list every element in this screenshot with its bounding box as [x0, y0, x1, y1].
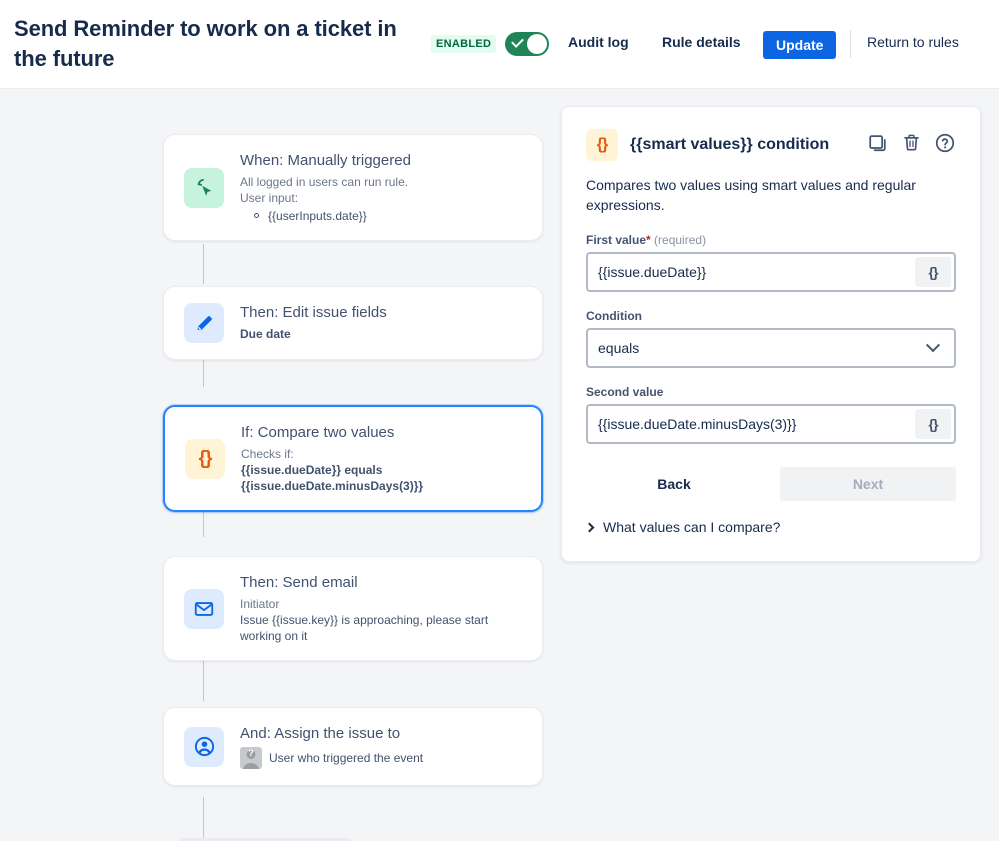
card-icon-wrap	[184, 573, 224, 644]
update-button[interactable]: Update	[763, 31, 837, 59]
disclosure-label: What values can I compare?	[603, 519, 781, 535]
second-value-field-wrap[interactable]: {}	[586, 404, 956, 444]
smart-values-braces-icon: {}	[586, 129, 618, 161]
card-email-body: Issue {{issue.key}} is approaching, plea…	[240, 613, 489, 643]
page-title: Send Reminder to work on a ticket in the…	[14, 16, 397, 71]
smart-values-braces-icon: {}	[185, 438, 225, 479]
first-value-label-text: First value	[586, 233, 647, 247]
card-title: When: Manually triggered	[240, 152, 411, 169]
card-subtitle: All logged in users can run rule.	[240, 175, 409, 189]
audit-log-link[interactable]: Audit log	[568, 34, 629, 50]
click-cursor-icon	[184, 167, 224, 208]
flow-connector	[203, 244, 204, 284]
flow-connector	[203, 655, 204, 701]
second-value-label: Second value	[586, 385, 664, 399]
rule-enabled-toggle[interactable]	[505, 32, 550, 56]
panel-actions	[867, 132, 956, 159]
required-hint: (required)	[654, 233, 707, 247]
card-subtitle: Checks if:	[241, 447, 294, 461]
card-icon-wrap	[184, 303, 224, 343]
rule-flow: When: Manually triggered All logged in u…	[163, 134, 543, 841]
first-value-input[interactable]	[588, 254, 915, 290]
smart-values-picker-button[interactable]: {}	[915, 257, 951, 287]
card-bullet-item: {{userInputs.date}}	[240, 208, 524, 224]
card-icon-wrap: {}	[185, 423, 225, 494]
flow-card-send-email[interactable]: Then: Send email Initiator Issue {{issue…	[163, 556, 543, 661]
back-button[interactable]: Back	[586, 467, 762, 501]
duplicate-icon[interactable]	[867, 132, 889, 159]
toggle-knob	[527, 34, 548, 54]
card-condition-line-2: {{issue.dueDate.minusDays(3)}}	[241, 479, 424, 493]
assignee-label: User who triggered the event	[269, 751, 424, 765]
what-values-disclosure[interactable]: What values can I compare?	[584, 519, 956, 535]
smart-values-picker-button-2[interactable]: {}	[915, 409, 951, 439]
card-body: If: Compare two values Checks if: {{issu…	[241, 423, 523, 494]
card-subtitle: Initiator	[240, 597, 280, 611]
required-asterisk: *	[646, 233, 651, 247]
card-title: And: Assign the issue to	[240, 725, 401, 742]
chevron-right-icon	[584, 522, 595, 532]
trash-icon[interactable]	[901, 132, 922, 158]
panel-title: {{smart values}} condition	[630, 136, 830, 153]
editor-canvas: When: Manually triggered All logged in u…	[0, 89, 999, 841]
flow-card-compare-two-values[interactable]: {} If: Compare two values Checks if: {{i…	[163, 405, 543, 512]
card-title: Then: Send email	[240, 574, 358, 591]
card-body: And: Assign the issue to ? User who trig…	[240, 724, 524, 769]
chevron-down-icon	[925, 338, 941, 353]
flow-card-trigger[interactable]: When: Manually triggered All logged in u…	[163, 134, 543, 241]
first-value-field-wrap[interactable]: {}	[586, 252, 956, 292]
rule-details-link[interactable]: Rule details	[662, 34, 741, 50]
card-title: Then: Edit issue fields	[240, 304, 387, 321]
assignee-row: ? User who triggered the event	[240, 747, 524, 769]
bullet-label: {{userInputs.date}}	[268, 209, 367, 223]
automation-rule-editor: Send Reminder to work on a ticket in the…	[0, 0, 999, 841]
flow-card-assign-issue[interactable]: And: Assign the issue to ? User who trig…	[163, 707, 543, 786]
return-to-rules-link[interactable]: Return to rules	[867, 34, 959, 50]
bullet-dot-icon	[254, 213, 259, 218]
card-subtitle: Due date	[240, 327, 291, 341]
condition-detail-panel: {} {{smart values}} condition Compares t…	[561, 106, 981, 562]
avatar-question-glyph: ?	[248, 748, 254, 758]
card-icon-wrap	[184, 151, 224, 224]
panel-button-row: Back Next	[586, 467, 956, 501]
flow-card-edit-issue-fields[interactable]: Then: Edit issue fields Due date	[163, 286, 543, 360]
avatar-shoulders	[242, 763, 260, 769]
status-badge: ENABLED	[431, 35, 497, 53]
card-body: When: Manually triggered All logged in u…	[240, 151, 524, 224]
pencil-icon	[184, 303, 224, 343]
page-header: Send Reminder to work on a ticket in the…	[0, 0, 999, 89]
card-title: If: Compare two values	[241, 424, 395, 441]
panel-description: Compares two values using smart values a…	[586, 177, 916, 213]
card-condition-line-1: {{issue.dueDate}} equals	[241, 463, 383, 477]
next-button[interactable]: Next	[780, 467, 956, 501]
card-subtitle-2: User input:	[240, 191, 299, 205]
panel-header: {} {{smart values}} condition	[586, 129, 956, 161]
first-value-label: First value* (required)	[586, 233, 956, 247]
condition-select-value: equals	[598, 340, 640, 356]
card-body: Then: Edit issue fields Due date	[240, 303, 524, 343]
condition-label: Condition	[586, 309, 642, 323]
card-icon-wrap	[184, 724, 224, 769]
check-icon	[511, 35, 525, 48]
person-circle-icon	[184, 726, 224, 767]
flow-connector	[203, 797, 204, 841]
card-body: Then: Send email Initiator Issue {{issue…	[240, 573, 524, 644]
condition-select[interactable]: equals	[586, 328, 956, 368]
second-value-input[interactable]	[588, 406, 915, 442]
help-icon[interactable]	[934, 132, 956, 159]
avatar: ?	[240, 747, 262, 769]
rule-status-group: ENABLED	[431, 32, 550, 56]
envelope-icon	[184, 588, 224, 629]
header-divider	[850, 30, 851, 58]
